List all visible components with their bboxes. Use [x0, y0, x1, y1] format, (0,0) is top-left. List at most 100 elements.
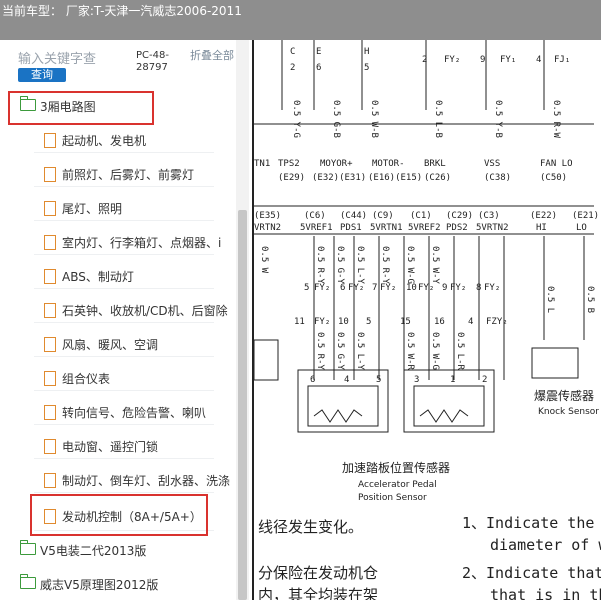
- divider: [34, 288, 214, 289]
- pin-code: (C6): [304, 211, 326, 221]
- fuse-pin: 4: [468, 317, 473, 327]
- fuse-label: FY₂: [444, 55, 460, 65]
- tree-leaf-label: 制动灯、倒车灯、刮水器、洗涤: [62, 474, 231, 488]
- tree-node-v5-schematic-2012[interactable]: 威志V5原理图2012版: [0, 568, 240, 600]
- pedal-sensor-cn: 加速踏板位置传感器: [342, 460, 450, 475]
- sensor-pin: 5: [376, 375, 381, 385]
- sidebar: 查询 PC-48-28797 折叠全部 3厢电路图 起动机、发电机 前照灯、后雾…: [0, 40, 252, 600]
- document-icon: [44, 405, 56, 420]
- divider: [34, 390, 214, 391]
- pedal-sensor-en-1: Accelerator Pedal: [358, 480, 437, 490]
- sensor-pin: 3: [414, 375, 419, 385]
- knock-sensor-cn: 爆震传感器: [534, 388, 594, 403]
- wire-label: 0.5 G-Y: [335, 332, 345, 371]
- fuse-pin: 10: [406, 283, 417, 293]
- fuse-label: FY₂: [348, 283, 364, 293]
- wire-label: 0.5 B: [585, 286, 595, 313]
- tree-leaf-label: 前照灯、后雾灯、前雾灯: [62, 168, 195, 182]
- note-en-2b: that is in th: [490, 586, 601, 600]
- connector-label: TPS2: [278, 159, 300, 169]
- fold-all-button[interactable]: 折叠全部: [190, 50, 240, 62]
- wire-label: 0.5 W: [259, 246, 269, 274]
- fuse-label: FY₂: [484, 283, 500, 293]
- wire-label: 0.5 W-R: [405, 332, 415, 371]
- divider: [34, 186, 214, 187]
- document-icon: [44, 371, 56, 386]
- tree-leaf-label: ABS、制动灯: [62, 270, 134, 284]
- top-label: 2: [290, 63, 295, 73]
- connector-label: FAN LO: [540, 159, 573, 169]
- fuse-label: FY₂: [418, 283, 434, 293]
- tree-leaf-label: 风扇、暖风、空调: [62, 338, 159, 352]
- note-en-1a: 1、Indicate the c: [462, 514, 601, 532]
- highlight-box-engine-control: [30, 494, 208, 536]
- fuse-pin: 5: [304, 283, 309, 293]
- fuse-label: FY₂: [380, 283, 396, 293]
- divider: [34, 424, 214, 425]
- top-label: 5: [364, 63, 369, 73]
- fuse-pin: 7: [372, 283, 377, 293]
- tree-leaf-label: 室内灯、行李箱灯、点烟器、i: [62, 236, 222, 250]
- fuse-pin: 11: [294, 317, 305, 327]
- wire-label: 0.5 L-Y: [355, 332, 365, 371]
- fuse-pin: 9: [442, 283, 447, 293]
- sensor-pin: 6: [310, 375, 315, 385]
- fuse-pin: 15: [400, 317, 411, 327]
- wire-label: 0.5 W-G: [430, 332, 440, 370]
- pin-code: (C44): [340, 211, 367, 221]
- highlight-box-root: [8, 91, 154, 125]
- connector-code: (E29): [278, 173, 305, 183]
- tree-node-v5-gen2-2013[interactable]: V5电装二代2013版: [0, 534, 240, 566]
- tree-leaf-label: 尾灯、照明: [62, 202, 123, 216]
- wire-label: 0.5 W-B: [369, 100, 379, 138]
- fuse-pin: 16: [434, 317, 445, 327]
- fuse-label: FY₁: [500, 55, 516, 65]
- folder-icon: [20, 574, 36, 589]
- wire-label: 0.5 Y-G: [291, 100, 301, 138]
- fuse-label: 4: [536, 55, 541, 65]
- connector-label: TN1: [254, 159, 270, 169]
- fuse-pin: 10: [338, 317, 349, 327]
- wire-label: 0.5 Y-B: [493, 100, 503, 138]
- wire-label: 0.5 G-B: [331, 100, 341, 138]
- connector-label: MOTOR-: [372, 159, 405, 169]
- wire-label: 0.5 W-G: [405, 246, 415, 284]
- pin-name: 5VREF2: [408, 223, 441, 233]
- pin-code: (E35): [254, 211, 281, 221]
- pc-code-label: PC-48-28797: [136, 50, 169, 73]
- wire-label: 0.5 L-Y: [355, 246, 365, 285]
- note-cn-1: 线径发生变化。: [258, 518, 363, 536]
- sensor-pin: 1: [450, 375, 455, 385]
- connector-code: (C26): [424, 173, 451, 183]
- connector-label: BRKL: [424, 159, 446, 169]
- pin-code: (C1): [410, 211, 432, 221]
- pin-code: (C29): [446, 211, 473, 221]
- knock-sensor-en: Knock Sensor: [538, 407, 599, 417]
- fuse-label: FY₂: [314, 283, 330, 293]
- top-label: 6: [316, 63, 321, 73]
- sensor-pin: 4: [344, 375, 349, 385]
- search-input[interactable]: [18, 50, 130, 68]
- sidebar-scrollbar-thumb[interactable]: [238, 210, 247, 600]
- wire-label: 0.5 R-W: [551, 100, 561, 139]
- fuse-label: FZY₂: [486, 317, 508, 327]
- diagram-canvas[interactable]: C E H 2 6 5 FY₂ FY₁ FJ₁ 2 9 4 0.5 Y-G 0.…: [252, 40, 601, 600]
- top-label: H: [364, 47, 369, 57]
- pin-name: 5VREF1: [300, 223, 333, 233]
- divider: [34, 254, 214, 255]
- note-en-2a: 2、Indicate that: [462, 564, 601, 582]
- search-button[interactable]: 查询: [18, 68, 66, 82]
- pin-code: (C9): [372, 211, 394, 221]
- fuse-label: FJ₁: [554, 55, 570, 65]
- tree-node-label: 威志V5原理图2012版: [40, 578, 159, 592]
- divider: [34, 322, 214, 323]
- document-icon: [44, 167, 56, 182]
- tree-leaf-label: 组合仪表: [62, 372, 111, 386]
- divider: [34, 458, 214, 459]
- wire-label: 0.5 W-Y: [430, 246, 440, 285]
- pin-name: 5VRTN1: [370, 223, 403, 233]
- tree-leaf-label: 起动机、发电机: [62, 134, 147, 148]
- document-icon: [44, 235, 56, 250]
- current-vehicle-title: 当前车型： 厂家:T-天津一汽威志2006-2011: [2, 4, 242, 18]
- pin-name: 5VRTN2: [476, 223, 509, 233]
